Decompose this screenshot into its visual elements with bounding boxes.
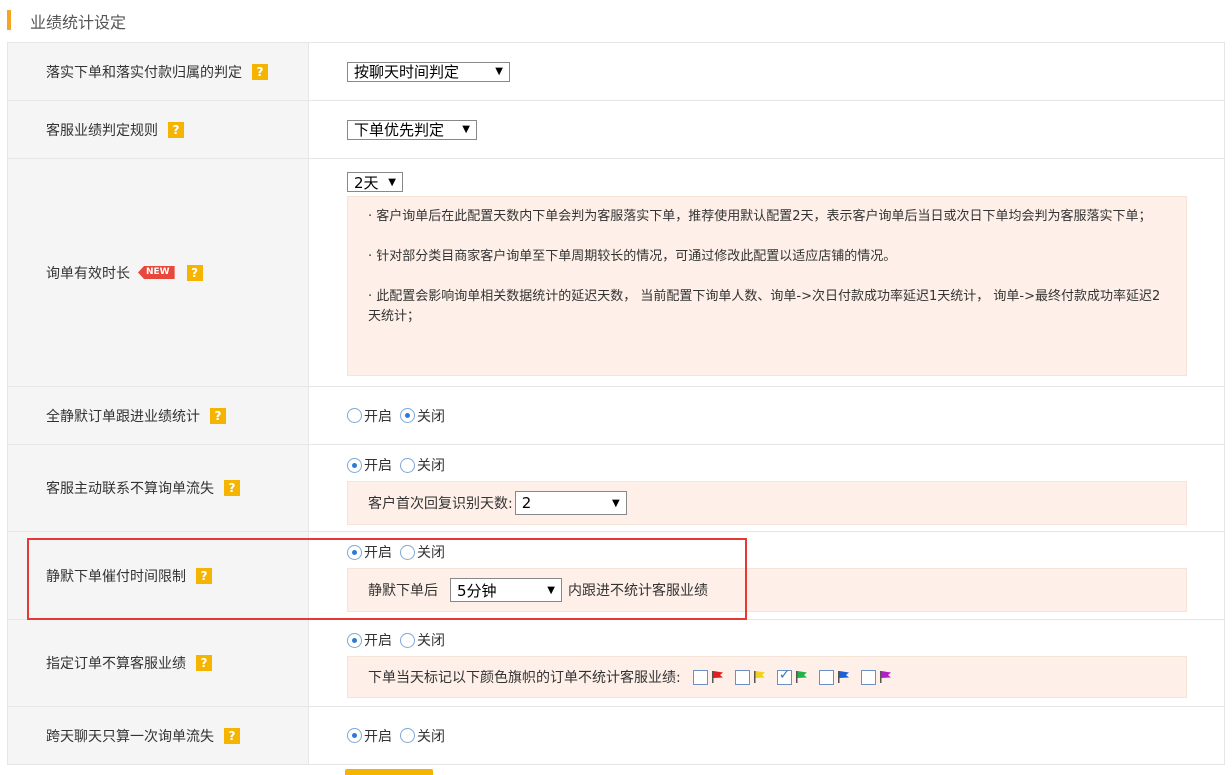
radio-circle-icon (347, 632, 362, 648)
radio-group: 开启 关闭 (347, 406, 1224, 426)
setting-label: 全静默订单跟进业绩统计 (46, 408, 200, 425)
setting-row-active-contact: 客服主动联系不算询单流失 ? 开启 关闭 客户首次回复识别天数: 2 ▼ (7, 444, 1225, 532)
setting-row-designated-orders: 指定订单不算客服业绩 ? 开启 关闭 下单当天标记以下颜色旗帜的订单不统计客服业… (7, 619, 1225, 707)
flag-checkbox[interactable] (818, 669, 834, 685)
inquiry-duration-select[interactable]: 2天 ▼ (347, 172, 403, 192)
silent-limit-suffix: 内跟进不统计客服业绩 (568, 583, 708, 599)
setting-label: 指定订单不算客服业绩 (46, 656, 186, 672)
save-button-partial[interactable] (345, 769, 433, 775)
setting-label: 客服主动联系不算询单流失 (46, 481, 214, 497)
flag-checkbox[interactable] (734, 669, 750, 685)
radio-group: 开启 关闭 (347, 726, 1224, 746)
section-accent-bar (7, 10, 11, 30)
setting-label: 客服业绩判定规则 (46, 122, 158, 139)
radio-circle-icon (347, 408, 362, 423)
radio-circle-icon (400, 632, 415, 648)
radio-on[interactable]: 开启 (347, 630, 392, 650)
radio-off[interactable]: 关闭 (400, 542, 445, 562)
help-icon[interactable]: ? (252, 63, 268, 80)
radio-circle-icon (347, 728, 362, 743)
radio-group: 开启 关闭 (347, 630, 1224, 650)
radio-off[interactable]: 关闭 (400, 406, 445, 426)
purple-flag-icon (879, 671, 891, 683)
red-flag-icon (711, 671, 723, 683)
flag-checkbox-group (692, 667, 903, 685)
setting-row-silent-payment-limit: 静默下单催付时间限制 ? 开启 关闭 静默下单后 5分钟 ▼ 内跟进不统计客服业… (7, 531, 1225, 620)
help-icon[interactable]: ? (186, 264, 203, 281)
setting-row-silent-follow: 全静默订单跟进业绩统计 ? 开启 关闭 (7, 386, 1225, 445)
radio-group: 开启 关闭 (347, 542, 1224, 562)
first-reply-panel: 客户首次回复识别天数: 2 ▼ (347, 481, 1187, 525)
note-text: · 此配置会影响询单相关数据统计的延迟天数， 当前配置下询单人数、询单->次日付… (368, 289, 1161, 324)
settings-table: 落实下单和落实付款归属的判定 ? 按聊天时间判定 ▼ 客服业绩判定规则 ? 下单… (7, 42, 1225, 765)
radio-off[interactable]: 关闭 (400, 726, 445, 746)
inquiry-notes-panel: · 客户询单后在此配置天数内下单会判为客服落实下单，推荐使用默认配置2天，表示客… (347, 196, 1187, 376)
help-icon[interactable]: ? (168, 121, 184, 138)
setting-label: 静默下单催付时间限制 (46, 568, 186, 585)
dropdown-arrow-icon: ▼ (547, 584, 555, 596)
radio-circle-icon (400, 544, 415, 560)
flags-panel: 下单当天标记以下颜色旗帜的订单不统计客服业绩: (347, 656, 1187, 698)
dropdown-arrow-icon: ▼ (495, 66, 503, 77)
setting-row-rule: 客服业绩判定规则 ? 下单优先判定 ▼ (7, 100, 1225, 159)
dropdown-arrow-icon: ▼ (612, 497, 620, 509)
first-reply-days-select[interactable]: 2 ▼ (514, 491, 627, 515)
note-text: · 客户询单后在此配置天数内下单会判为客服落实下单，推荐使用默认配置2天，表示客… (368, 209, 1152, 224)
radio-on[interactable]: 开启 (347, 726, 392, 746)
section-header: 业绩统计设定 (0, 0, 1232, 40)
rule-select[interactable]: 下单优先判定 ▼ (347, 119, 477, 140)
dropdown-arrow-icon: ▼ (388, 176, 396, 188)
radio-circle-icon (400, 457, 415, 473)
flags-label: 下单当天标记以下颜色旗帜的订单不统计客服业绩: (368, 670, 681, 686)
new-badge: NEW (138, 266, 175, 279)
green-flag-icon (795, 671, 807, 683)
radio-on[interactable]: 开启 (347, 455, 392, 475)
blue-flag-icon (837, 671, 849, 683)
flag-checkbox[interactable] (692, 669, 708, 685)
setting-row-order-attribution: 落实下单和落实付款归属的判定 ? 按聊天时间判定 ▼ (7, 42, 1225, 101)
radio-circle-icon (400, 408, 415, 423)
flag-checkbox[interactable] (860, 669, 876, 685)
radio-circle-icon (347, 544, 362, 560)
radio-on[interactable]: 开启 (347, 406, 392, 426)
radio-circle-icon (347, 457, 362, 473)
radio-circle-icon (400, 728, 415, 743)
first-reply-label: 客户首次回复识别天数: (368, 496, 513, 512)
setting-label: 询单有效时长 (46, 265, 130, 282)
radio-on[interactable]: 开启 (347, 542, 392, 562)
radio-group: 开启 关闭 (347, 455, 1224, 475)
setting-row-cross-day: 跨天聊天只算一次询单流失 ? 开启 关闭 (7, 706, 1225, 765)
silent-limit-select[interactable]: 5分钟 ▼ (450, 578, 562, 602)
dropdown-arrow-icon: ▼ (462, 124, 470, 135)
radio-off[interactable]: 关闭 (400, 455, 445, 475)
silent-limit-panel: 静默下单后 5分钟 ▼ 内跟进不统计客服业绩 (347, 568, 1187, 612)
note-text: · 针对部分类目商家客户询单至下单周期较长的情况，可通过修改此配置以适应店铺的情… (368, 249, 897, 264)
setting-label: 落实下单和落实付款归属的判定 (46, 64, 242, 81)
silent-limit-prefix: 静默下单后 (368, 583, 438, 599)
section-title: 业绩统计设定 (30, 13, 127, 32)
order-attribution-select[interactable]: 按聊天时间判定 ▼ (347, 61, 510, 82)
setting-row-inquiry-duration: 询单有效时长 NEW ? 2天 ▼ · 客户询单后在此配置天数内下单会判为客服落… (7, 158, 1225, 387)
help-icon[interactable]: ? (224, 480, 240, 496)
radio-off[interactable]: 关闭 (400, 630, 445, 650)
yellow-flag-icon (753, 671, 765, 683)
help-icon[interactable]: ? (210, 407, 226, 424)
help-icon[interactable]: ? (196, 655, 212, 671)
help-icon[interactable]: ? (224, 727, 240, 744)
setting-label: 跨天聊天只算一次询单流失 (46, 728, 214, 745)
flag-checkbox[interactable] (776, 667, 792, 685)
help-icon[interactable]: ? (196, 567, 212, 584)
